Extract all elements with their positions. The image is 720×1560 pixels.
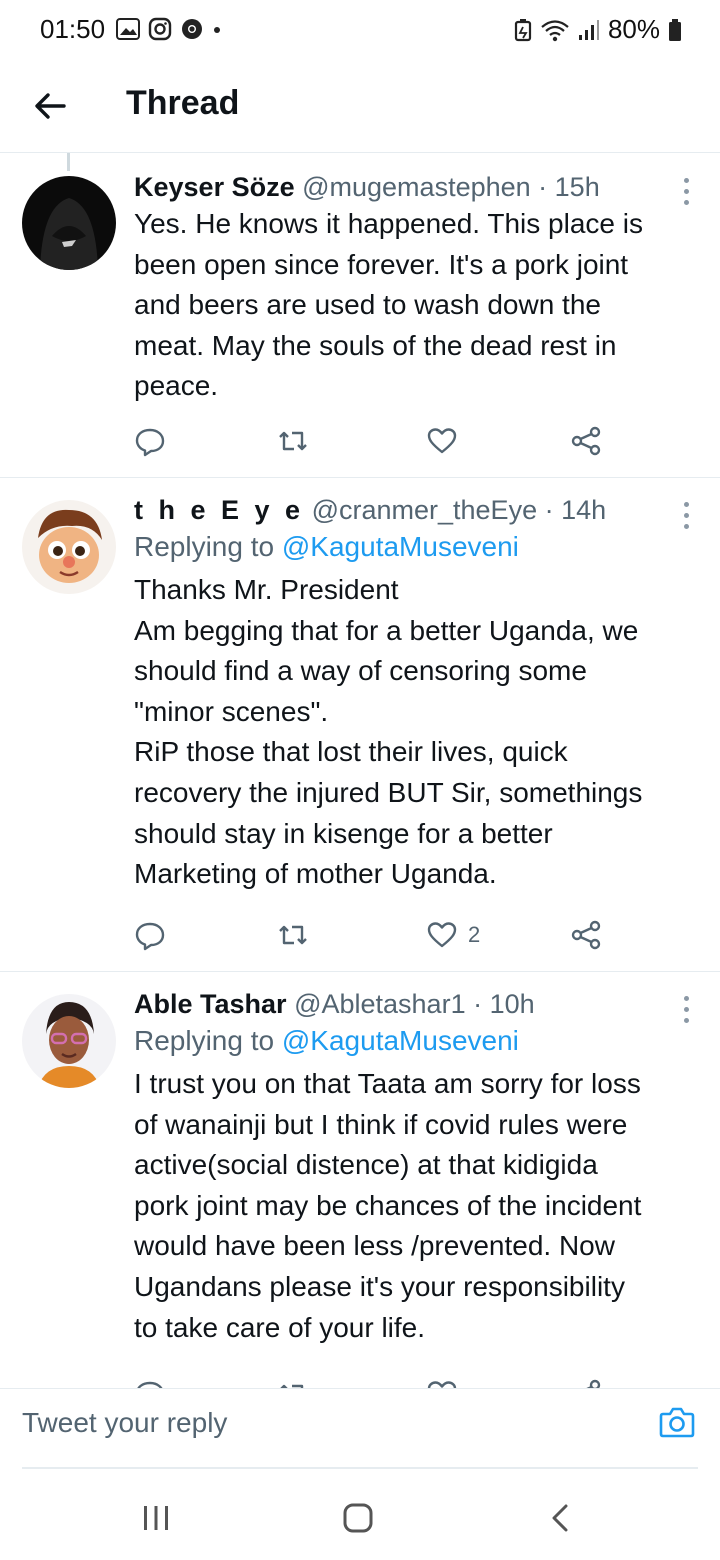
handle[interactable]: @Abletashar1 bbox=[294, 989, 466, 1019]
page-title: Thread bbox=[126, 84, 240, 122]
retweet-button[interactable] bbox=[276, 1378, 310, 1388]
home-icon[interactable] bbox=[338, 1498, 378, 1538]
battery-saver-icon bbox=[514, 18, 532, 41]
reply-icon bbox=[137, 1381, 163, 1388]
reply-button[interactable] bbox=[134, 919, 166, 951]
retweet-button[interactable] bbox=[276, 919, 310, 951]
more-options-icon[interactable] bbox=[684, 178, 692, 211]
share-button[interactable] bbox=[570, 425, 602, 457]
system-nav-bar bbox=[0, 1472, 720, 1560]
signal-icon bbox=[578, 19, 599, 40]
arrow-left-icon[interactable] bbox=[30, 86, 70, 126]
share-icon bbox=[571, 920, 601, 950]
reply-button[interactable] bbox=[134, 1378, 166, 1388]
handle[interactable]: @cranmer_theEye bbox=[312, 495, 538, 525]
like-button[interactable] bbox=[426, 1378, 468, 1388]
back-icon[interactable] bbox=[540, 1498, 580, 1538]
tweet-reply-input[interactable]: Tweet your reply bbox=[22, 1407, 227, 1439]
dot-icon bbox=[214, 27, 220, 33]
camera-icon[interactable] bbox=[658, 1403, 696, 1441]
reply-composer: Tweet your reply bbox=[0, 1388, 720, 1471]
share-icon bbox=[571, 426, 601, 456]
heart-icon bbox=[427, 428, 457, 454]
tweet-actions bbox=[134, 1378, 614, 1388]
reply-icon bbox=[135, 428, 165, 457]
reply-button[interactable] bbox=[134, 425, 166, 457]
recent-apps-icon[interactable] bbox=[136, 1498, 176, 1538]
share-icon bbox=[586, 1379, 601, 1388]
battery-icon bbox=[669, 18, 681, 41]
tweet-actions bbox=[134, 425, 614, 461]
tweet-header: Keyser Söze @mugemastephen · 15h bbox=[134, 170, 696, 204]
like-button[interactable] bbox=[426, 425, 468, 457]
share-button[interactable] bbox=[570, 919, 602, 951]
like-count: 2 bbox=[468, 922, 481, 947]
replying-to: Replying to @KagutaMuseveni bbox=[134, 527, 696, 567]
heart-icon bbox=[427, 1381, 457, 1388]
display-name[interactable]: Keyser Söze bbox=[134, 172, 295, 202]
status-time: 01:50 bbox=[40, 14, 106, 44]
heart-icon bbox=[427, 922, 457, 948]
tweet-actions: 2 bbox=[134, 919, 614, 955]
reply-icon bbox=[135, 922, 165, 951]
replying-to-label: Replying to bbox=[134, 531, 275, 562]
status-right: 80% bbox=[514, 14, 682, 45]
mention-link[interactable]: @KagutaMuseveni bbox=[282, 1025, 519, 1056]
tweet[interactable]: t h e E y e @cranmer_theEye · 14h Replyi… bbox=[0, 478, 720, 972]
handle[interactable]: @mugemastephen bbox=[302, 172, 531, 202]
avatar[interactable] bbox=[22, 500, 116, 594]
chrome-icon bbox=[182, 19, 202, 39]
gallery-icon bbox=[116, 18, 140, 40]
app-bar: Thread bbox=[0, 60, 720, 153]
avatar[interactable] bbox=[22, 994, 116, 1088]
timestamp: · 14h bbox=[544, 495, 607, 525]
tweet[interactable]: Keyser Söze @mugemastephen · 15h Yes. He… bbox=[0, 153, 720, 478]
more-options-icon[interactable] bbox=[684, 502, 692, 535]
battery-percent: 80% bbox=[607, 14, 660, 44]
display-name[interactable]: t h e E y e bbox=[134, 495, 304, 525]
retweet-icon bbox=[279, 431, 307, 451]
tweet-text: I trust you on that Taata am sorry for l… bbox=[134, 1068, 642, 1343]
retweet-icon bbox=[279, 925, 307, 945]
tweet-header: Able Tashar @Abletashar1 · 10h bbox=[134, 987, 696, 1021]
timestamp: · 10h bbox=[473, 989, 535, 1019]
display-name[interactable]: Able Tashar bbox=[134, 989, 287, 1019]
replying-to: Replying to @KagutaMuseveni bbox=[134, 1021, 696, 1061]
status-left-icons bbox=[116, 17, 222, 41]
avatar[interactable] bbox=[22, 176, 116, 270]
timestamp: · 15h bbox=[538, 172, 600, 202]
more-options-icon[interactable] bbox=[684, 996, 692, 1029]
replying-to-label: Replying to bbox=[134, 1025, 275, 1056]
status-bar: 01:50 80% bbox=[0, 0, 720, 60]
tweet-header: t h e E y e @cranmer_theEye · 14h bbox=[134, 493, 696, 527]
tweet[interactable]: Able Tashar @Abletashar1 · 10h Replying … bbox=[0, 972, 720, 1388]
instagram-icon bbox=[148, 17, 172, 41]
input-underline bbox=[22, 1467, 698, 1469]
retweet-icon bbox=[280, 1384, 304, 1388]
tweet-text: Yes. He knows it happened. This place is… bbox=[134, 208, 643, 402]
tweet-text: Thanks Mr. President Am begging that for… bbox=[134, 574, 643, 890]
like-button[interactable]: 2 bbox=[426, 919, 480, 951]
retweet-button[interactable] bbox=[276, 425, 310, 457]
share-button[interactable] bbox=[570, 1378, 602, 1388]
mention-link[interactable]: @KagutaMuseveni bbox=[282, 531, 519, 562]
wifi-icon bbox=[541, 19, 569, 41]
